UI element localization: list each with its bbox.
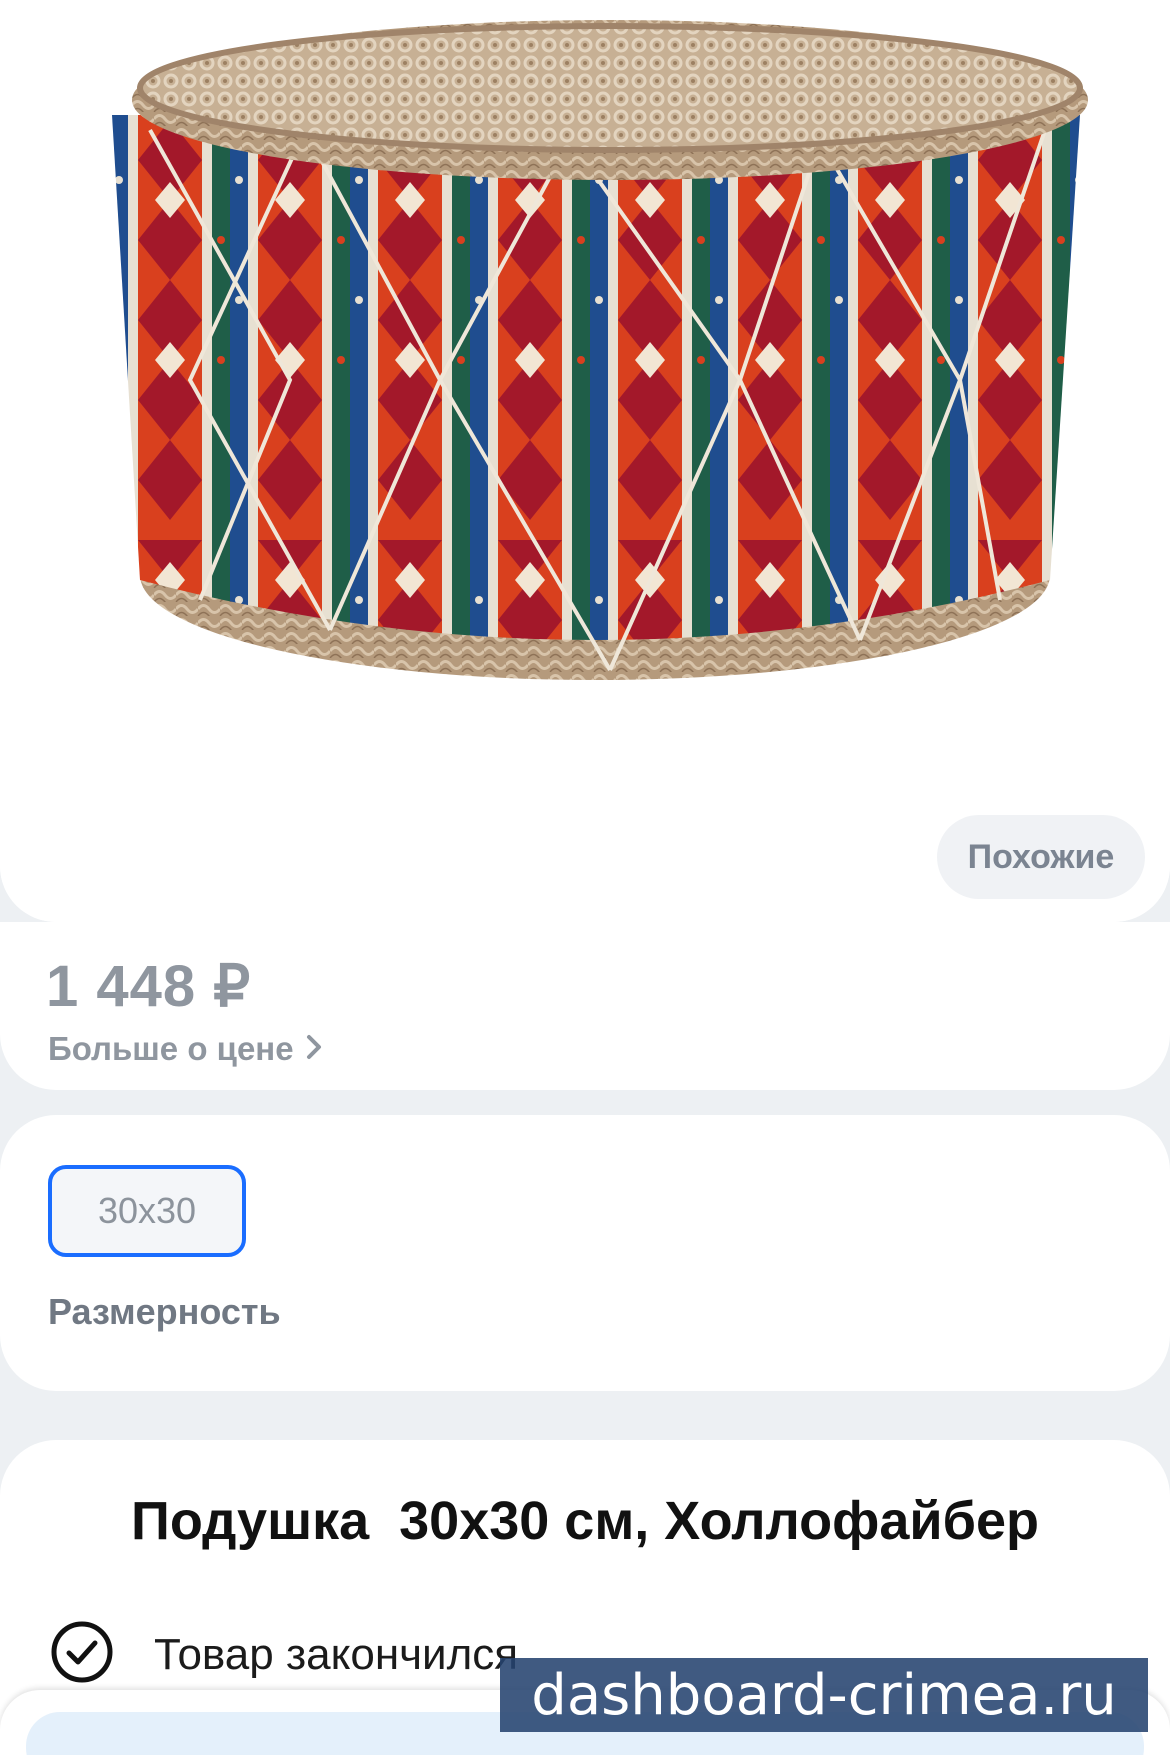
size-selector-card: 30x30 Размерность [0, 1115, 1170, 1391]
price-card: 1 448 ₽ Больше о цене [0, 922, 1170, 1090]
product-page: Похожие 1 448 ₽ Больше о цене 30x30 Разм… [0, 0, 1170, 1755]
product-gallery[interactable]: Похожие [0, 0, 1170, 922]
size-option-30x30[interactable]: 30x30 [48, 1165, 246, 1257]
stock-status-text: Товар закончился [154, 1629, 519, 1679]
check-circle-icon [50, 1620, 114, 1689]
stock-status: Товар закончился [50, 1620, 518, 1689]
size-label: Размерность [48, 1291, 281, 1332]
chevron-right-icon [306, 1030, 322, 1068]
product-title: Подушка 30x30 см, Холлофайбер [131, 1491, 1039, 1551]
similar-button[interactable]: Похожие [937, 815, 1145, 899]
price-value: 1 448 ₽ [46, 954, 252, 1019]
watermark: dashboard-crimea.ru [500, 1658, 1148, 1732]
price-details-link[interactable]: Больше о цене [48, 1030, 322, 1068]
product-photo[interactable] [0, 0, 1170, 922]
price-details-label: Больше о цене [48, 1030, 294, 1067]
